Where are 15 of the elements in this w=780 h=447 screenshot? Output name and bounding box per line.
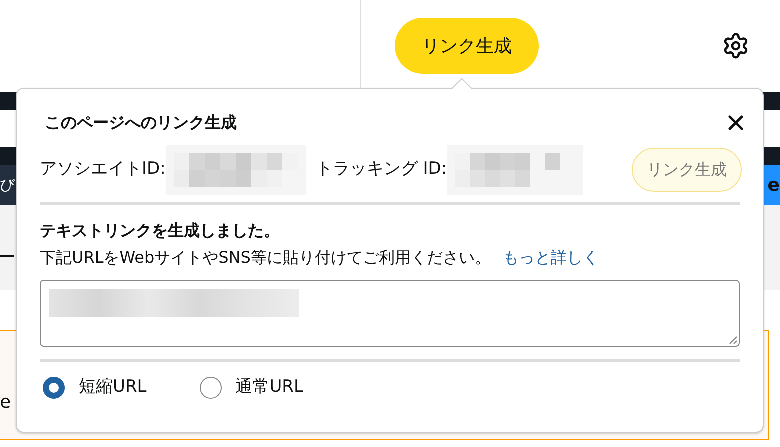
resize-handle-icon — [729, 336, 737, 344]
url-text-area[interactable] — [40, 280, 740, 347]
generate-link-button[interactable]: リンク生成 — [395, 18, 539, 74]
settings-icon[interactable] — [722, 32, 750, 60]
body-text: e — [0, 391, 12, 415]
result-heading: テキストリンクを生成しました。 — [40, 220, 281, 242]
learn-more-link[interactable]: もっと詳しく — [502, 246, 599, 270]
instruction-text: 下記URLをWebサイトやSNS等に貼り付けてご利用ください。 — [40, 247, 491, 269]
tracking-id-label: トラッキング ID: — [316, 158, 448, 182]
associate-id-label: アソシエイトID: — [40, 158, 166, 182]
popup-title: このページへのリンク生成 — [45, 112, 237, 134]
nav-text: び — [0, 174, 15, 196]
url-type-radio[interactable]: 短縮URL — [40, 375, 147, 400]
nav-text: e — [768, 174, 780, 198]
url-type-radio[interactable]: 通常URL — [196, 375, 304, 400]
